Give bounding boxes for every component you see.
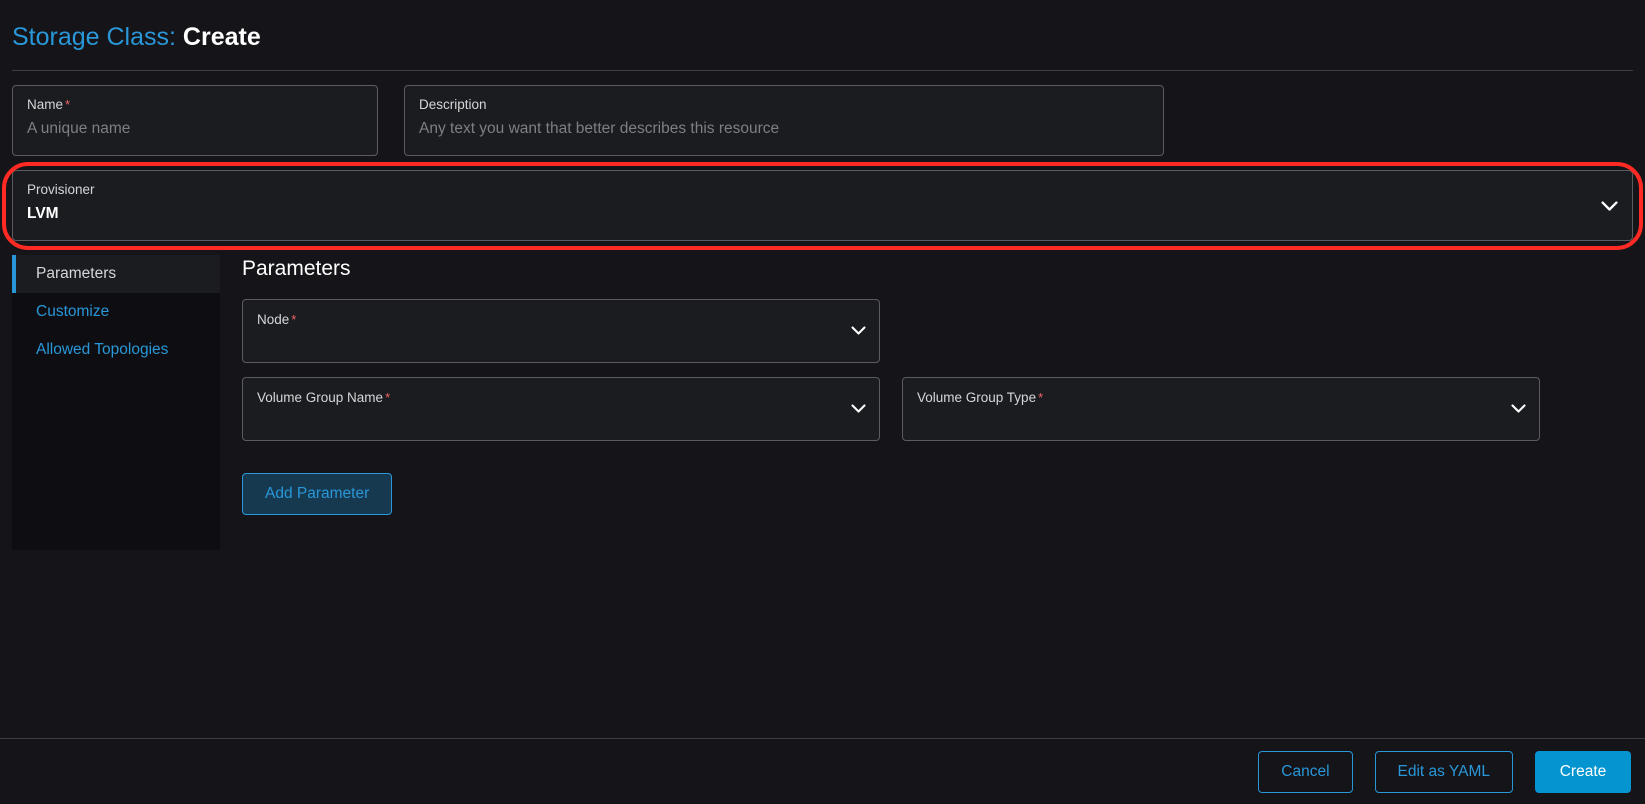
provisioner-content: Provisioner LVM	[27, 181, 95, 224]
breadcrumb-storage-class-link[interactable]: Storage Class:	[12, 23, 176, 51]
provisioner-label: Provisioner	[27, 181, 95, 199]
volume-group-type-label-text: Volume Group Type	[917, 390, 1036, 405]
volume-group-type-required-marker: *	[1038, 390, 1043, 405]
create-button[interactable]: Create	[1535, 751, 1631, 793]
volume-group-name-label-text: Volume Group Name	[257, 390, 383, 405]
chevron-down-icon[interactable]	[851, 326, 866, 336]
volume-group-name-required-marker: *	[385, 390, 390, 405]
breadcrumb-current: Create	[183, 23, 261, 51]
node-select[interactable]: Node*	[242, 299, 880, 363]
name-required-marker: *	[65, 97, 70, 112]
description-field[interactable]: Description Any text you want that bette…	[404, 85, 1164, 156]
sidebar-item-allowed-topologies-label: Allowed Topologies	[36, 341, 168, 359]
volume-group-name-select[interactable]: Volume Group Name*	[242, 377, 880, 441]
panel-title: Parameters	[242, 255, 1633, 283]
provisioner-row: Provisioner LVM	[0, 170, 1645, 241]
tab-sidebar: Parameters Customize Allowed Topologies	[12, 255, 220, 550]
sidebar-item-parameters[interactable]: Parameters	[12, 255, 220, 293]
footer-spacer	[0, 550, 1645, 738]
storage-class-create-page: Storage Class: Create Name* A unique nam…	[0, 0, 1645, 804]
sidebar-item-customize-label: Customize	[36, 303, 109, 321]
name-field[interactable]: Name* A unique name	[12, 85, 378, 156]
body-area: Parameters Customize Allowed Topologies …	[0, 241, 1645, 550]
parameters-panel: Parameters Node* Volume Group Name*	[220, 255, 1633, 550]
page-header: Storage Class: Create	[0, 0, 1645, 54]
volume-group-name-field-label: Volume Group Name*	[257, 389, 390, 407]
chevron-down-icon[interactable]	[1601, 201, 1618, 212]
volume-group-type-field-label: Volume Group Type*	[917, 389, 1043, 407]
sidebar-item-parameters-label: Parameters	[36, 265, 116, 283]
cancel-button[interactable]: Cancel	[1258, 751, 1352, 793]
parameters-row-1: Node*	[242, 299, 1633, 363]
edit-as-yaml-button[interactable]: Edit as YAML	[1375, 751, 1513, 793]
page-title: Storage Class: Create	[12, 20, 1633, 54]
top-form-row: Name* A unique name Description Any text…	[0, 71, 1645, 156]
name-field-label: Name*	[27, 96, 363, 114]
node-field-label: Node*	[257, 311, 296, 329]
parameters-row-2: Volume Group Name* Volume Group Type*	[242, 377, 1633, 441]
description-label-text: Description	[419, 97, 487, 112]
sidebar-item-customize[interactable]: Customize	[12, 293, 220, 331]
name-input-placeholder[interactable]: A unique name	[27, 118, 363, 139]
footer-action-bar: Cancel Edit as YAML Create	[0, 738, 1645, 804]
chevron-down-icon[interactable]	[851, 404, 866, 414]
volume-group-type-select[interactable]: Volume Group Type*	[902, 377, 1540, 441]
description-input-placeholder[interactable]: Any text you want that better describes …	[419, 118, 1149, 139]
node-required-marker: *	[291, 312, 296, 327]
sidebar-item-allowed-topologies[interactable]: Allowed Topologies	[12, 331, 220, 369]
description-field-label: Description	[419, 96, 1149, 114]
provisioner-select[interactable]: Provisioner LVM	[12, 170, 1633, 241]
provisioner-value: LVM	[27, 203, 95, 224]
chevron-down-icon[interactable]	[1511, 404, 1526, 414]
node-label-text: Node	[257, 312, 289, 327]
add-parameter-button[interactable]: Add Parameter	[242, 473, 392, 515]
name-label-text: Name	[27, 97, 63, 112]
